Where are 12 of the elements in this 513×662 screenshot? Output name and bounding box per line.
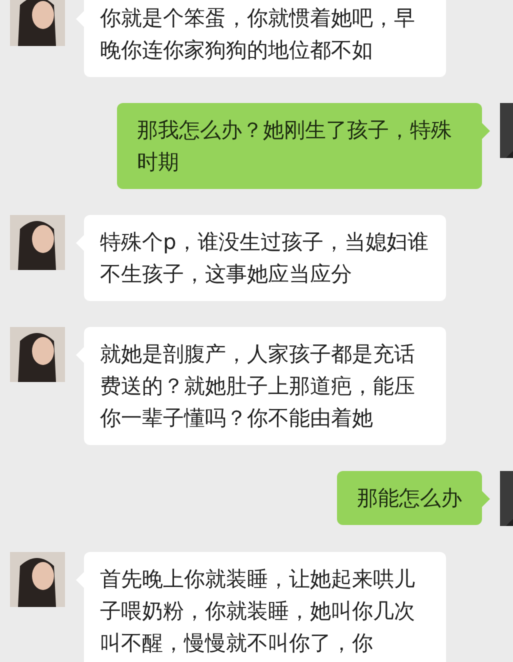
message-bubble: 首先晚上你就装睡，让她起来哄儿子喂奶粉，你就装睡，她叫你几次叫不醒，慢慢就不叫你了，你 xyxy=(84,552,446,662)
message-bubble: 那我怎么办？她刚生了孩子，特殊时期 xyxy=(117,103,482,189)
avatar[interactable] xyxy=(10,215,65,270)
avatar[interactable] xyxy=(10,327,65,382)
message-bubble: 你就是个笨蛋，你就惯着她吧，早晚你连你家狗狗的地位都不如 xyxy=(84,0,446,77)
message-bubble: 那能怎么办 xyxy=(337,471,482,525)
bubble-tail xyxy=(482,123,490,139)
message-bubble: 就她是剖腹产，人家孩子都是充话费送的？就她肚子上那道疤，能压你一辈子懂吗？你不能由着她 xyxy=(84,327,446,445)
avatar[interactable] xyxy=(10,552,65,607)
message-bubble: 特殊个p，谁没生过孩子，当媳妇谁不生孩子，这事她应当应分 xyxy=(84,215,446,301)
bubble-tail xyxy=(482,491,490,507)
avatar[interactable] xyxy=(10,0,65,46)
